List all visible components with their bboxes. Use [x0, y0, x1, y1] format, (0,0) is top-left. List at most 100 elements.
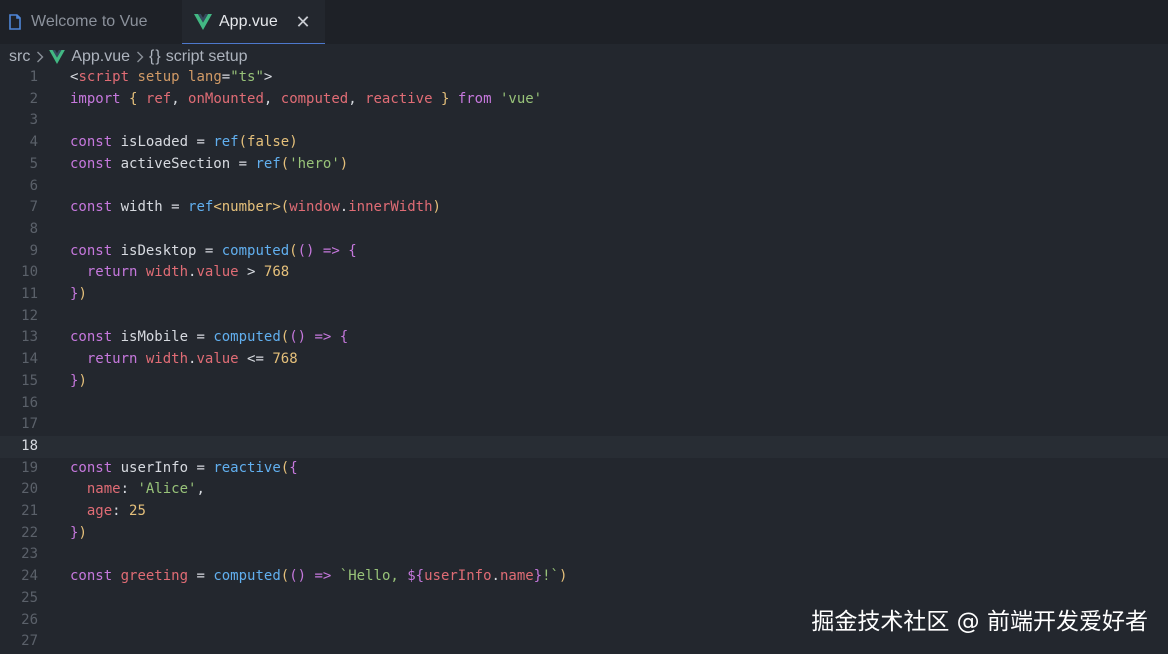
code-token: { — [339, 329, 349, 346]
code-line[interactable]: 2 import { ref, onMounted, computed, reac… — [0, 89, 1168, 111]
breadcrumb-symbol[interactable]: script setup — [166, 48, 248, 66]
code-line[interactable]: 20 name: 'Alice', — [0, 479, 1168, 501]
line-number: 7 — [29, 199, 38, 216]
code-text: <script setup lang="ts"> — [70, 67, 272, 89]
code-text: name: 'Alice', — [70, 479, 205, 501]
line-number: 8 — [29, 220, 38, 237]
code-line[interactable]: 4 const isLoaded = ref(false) — [0, 132, 1168, 154]
code-token: setup — [137, 69, 180, 85]
code-token: ref — [145, 90, 172, 107]
code-line[interactable]: 7 const width = ref<number>(window.innerW… — [0, 197, 1168, 219]
code-token: { — [289, 459, 298, 476]
code-line[interactable]: 15}) — [0, 371, 1168, 393]
watermark-text: 掘金技术社区 @ 前端开发爱好者 — [811, 609, 1148, 635]
code-token: ( — [280, 155, 290, 172]
tab-app-vue[interactable]: App.vue ✕ — [182, 0, 325, 44]
code-token: => — [314, 568, 332, 585]
code-token: width — [145, 264, 189, 281]
code-token: 'vue' — [499, 90, 543, 107]
close-icon[interactable]: ✕ — [293, 12, 313, 32]
code-line[interactable]: 21 age: 25 — [0, 501, 1168, 523]
line-number: 25 — [21, 589, 38, 606]
code-token: window — [289, 199, 340, 216]
code-token: : — [120, 481, 138, 498]
code-token: ( — [280, 329, 290, 346]
line-number: 11 — [21, 286, 38, 302]
tab-welcome-to-vue[interactable]: Welcome to Vue — [0, 0, 182, 44]
line-number: 23 — [21, 546, 38, 563]
code-text: }) — [70, 523, 87, 545]
code-token: => — [314, 329, 332, 346]
code-line[interactable]: 14 return width.value <= 768 — [0, 349, 1168, 371]
code-token: = — [221, 69, 231, 85]
code-token: age — [86, 503, 113, 519]
line-number: 16 — [21, 394, 38, 411]
breadcrumb-file[interactable]: App.vue — [71, 48, 130, 66]
code-line[interactable]: 24 const greeting = computed(() => `Hello… — [0, 566, 1168, 588]
code-token: . — [491, 568, 500, 585]
code-token: return — [86, 264, 138, 281]
code-token: = — [188, 568, 214, 585]
code-token: 768 — [263, 264, 290, 281]
code-line[interactable]: 10 return width.value > 768 — [0, 262, 1168, 284]
code-token: const — [70, 329, 113, 346]
code-token: ) — [432, 199, 441, 216]
code-line[interactable]: 9 const isDesktop = computed(() => { — [0, 241, 1168, 263]
code-line[interactable]: 16 — [0, 393, 1168, 415]
code-token: userInfo = — [112, 459, 214, 476]
code-line[interactable]: 6 — [0, 176, 1168, 198]
code-token: onMounted — [188, 90, 264, 107]
code-editor[interactable]: 1 <script setup lang="ts"> 2 import { ref, … — [0, 67, 1168, 654]
code-line[interactable]: 17 — [0, 414, 1168, 436]
breadcrumb: src App.vue {} script setup — [9, 45, 248, 69]
code-token: ( — [238, 134, 248, 151]
line-number: 3 — [29, 112, 38, 129]
code-token: number — [221, 199, 273, 216]
code-line[interactable]: 3 — [0, 110, 1168, 132]
line-number: 1 — [29, 69, 38, 85]
code-token: > — [263, 69, 273, 85]
code-token: ) — [78, 286, 87, 302]
code-line[interactable]: 12 — [0, 306, 1168, 328]
code-line[interactable]: 22}) — [0, 523, 1168, 545]
code-token: lang — [188, 69, 222, 85]
code-text: const userInfo = reactive({ — [70, 458, 298, 480]
breadcrumb-folder[interactable]: src — [9, 48, 30, 66]
code-line[interactable]: 23 — [0, 544, 1168, 566]
code-token: name — [499, 568, 534, 585]
code-token: 'Alice' — [137, 481, 197, 498]
code-token: ( — [280, 199, 290, 216]
code-token: < — [213, 199, 222, 216]
line-number: 20 — [21, 481, 38, 498]
code-line[interactable]: 13 const isMobile = computed(() => { — [0, 327, 1168, 349]
vue-icon — [49, 50, 66, 64]
vue-icon — [194, 13, 212, 30]
code-token: return — [86, 351, 138, 368]
code-line[interactable]: 11}) — [0, 284, 1168, 306]
code-token: width — [145, 351, 189, 368]
code-line[interactable]: 1 <script setup lang="ts"> — [0, 67, 1168, 89]
code-line[interactable]: 18 — [0, 435, 1168, 458]
line-number: 9 — [29, 242, 38, 259]
code-line[interactable]: 5 const activeSection = ref('hero') — [0, 154, 1168, 176]
code-line[interactable]: 19 const userInfo = reactive({ — [0, 458, 1168, 480]
code-token: () — [289, 568, 307, 585]
code-text: age: 25 — [70, 501, 146, 523]
code-token: computed — [221, 242, 290, 259]
code-line[interactable]: 8 — [0, 219, 1168, 241]
code-token: ) — [289, 134, 298, 151]
code-token: ( — [280, 459, 290, 476]
line-number: 5 — [29, 155, 38, 172]
code-token: `Hello, — [339, 568, 408, 585]
code-token: <= — [238, 351, 273, 368]
code-token: isLoaded = — [112, 134, 214, 151]
